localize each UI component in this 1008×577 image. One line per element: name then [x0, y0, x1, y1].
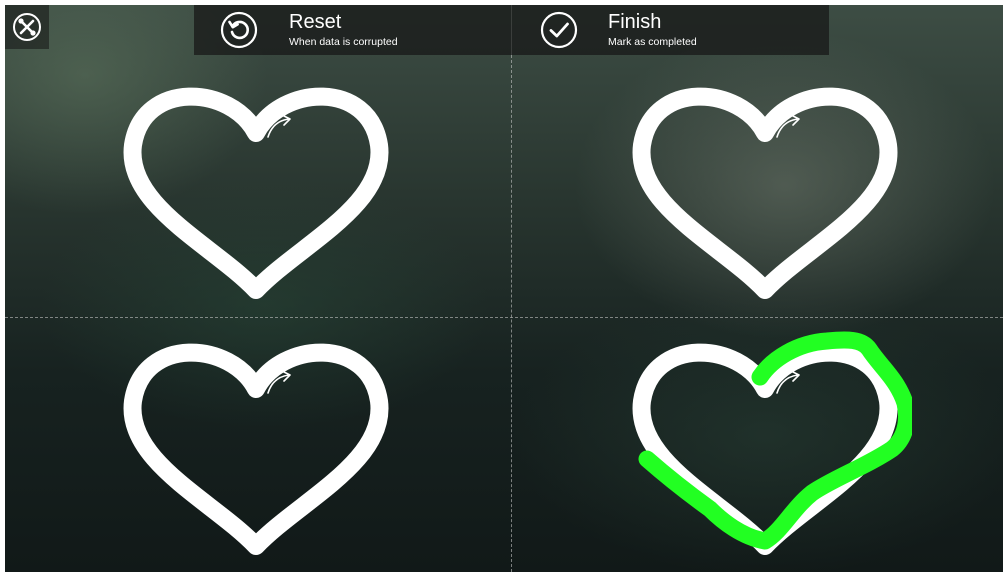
- heart-shape: [123, 343, 389, 555]
- vertical-divider: [511, 55, 512, 572]
- finish-title: Finish: [608, 11, 662, 33]
- settings-button[interactable]: [5, 5, 49, 49]
- reset-subtitle: When data is corrupted: [289, 36, 398, 48]
- checkmark-circle-icon: [540, 11, 578, 49]
- horizontal-divider: [5, 317, 1003, 318]
- heart-panel-bottom-left[interactable]: [113, 331, 403, 561]
- finish-subtitle: Mark as completed: [608, 36, 697, 48]
- reset-title: Reset: [289, 11, 342, 33]
- wrench-screwdriver-icon: [13, 13, 41, 41]
- command-bar: Reset When data is corrupted Finish Mark…: [194, 5, 829, 55]
- heart-shape: [123, 87, 389, 299]
- screen: Reset When data is corrupted Finish Mark…: [5, 5, 1003, 572]
- refresh-circle-icon: [220, 11, 258, 49]
- heart-panel-bottom-right[interactable]: [622, 331, 912, 561]
- heart-panel-top-right[interactable]: [622, 75, 912, 305]
- finish-button[interactable]: Finish Mark as completed: [511, 5, 829, 55]
- heart-panel-top-left[interactable]: [113, 75, 403, 305]
- heart-shape: [632, 87, 898, 299]
- reset-button[interactable]: Reset When data is corrupted: [194, 5, 511, 55]
